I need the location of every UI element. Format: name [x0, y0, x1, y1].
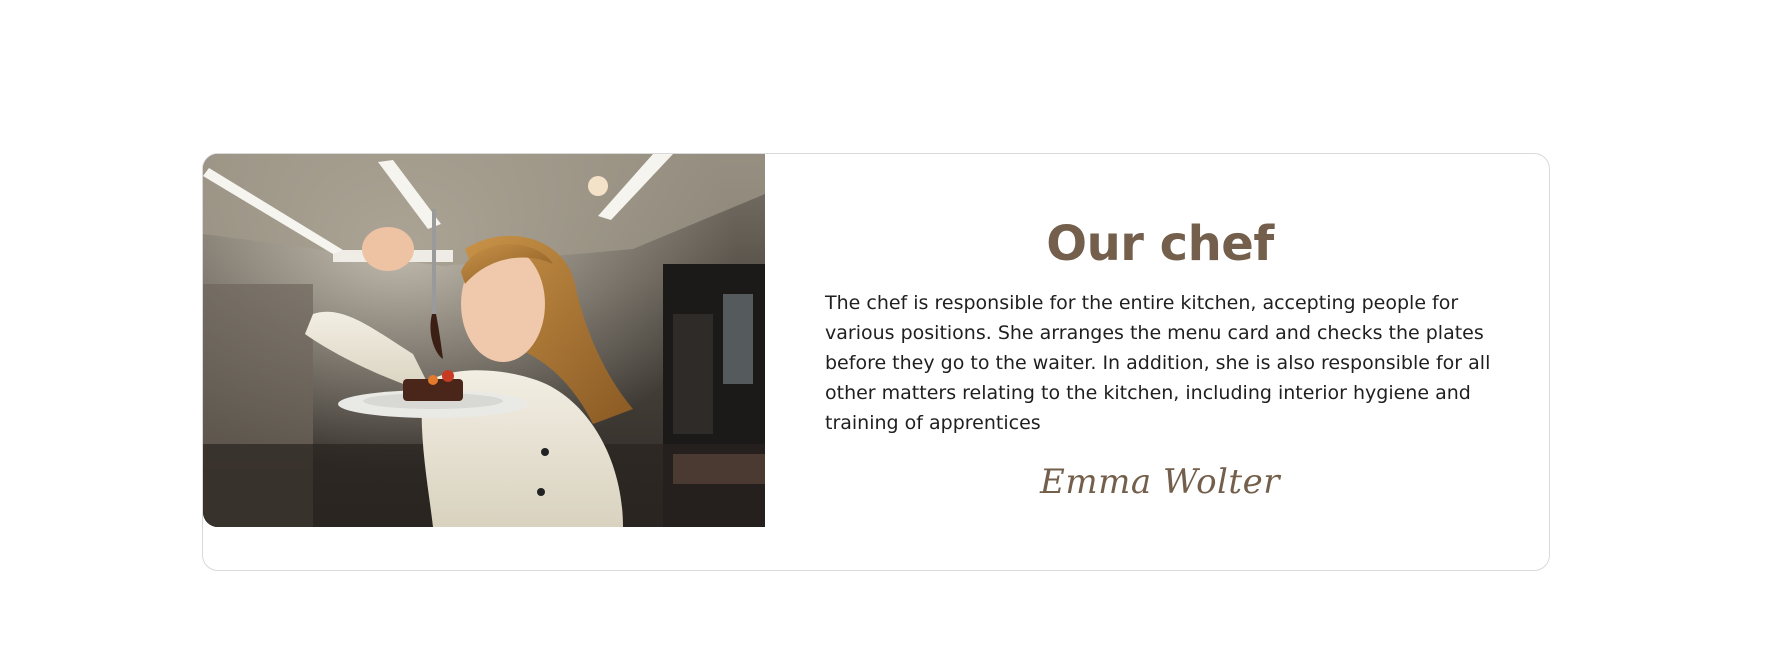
chef-illustration	[203, 154, 765, 527]
chef-info: Our chef The chef is responsible for the…	[825, 212, 1495, 504]
section-title: Our chef	[1046, 216, 1274, 272]
chef-description: The chef is responsible for the entire k…	[825, 292, 1491, 434]
chef-signature: Emma Wolter	[1040, 462, 1280, 502]
chef-card: Our chef The chef is responsible for the…	[202, 153, 1550, 571]
chef-photo	[203, 154, 765, 527]
